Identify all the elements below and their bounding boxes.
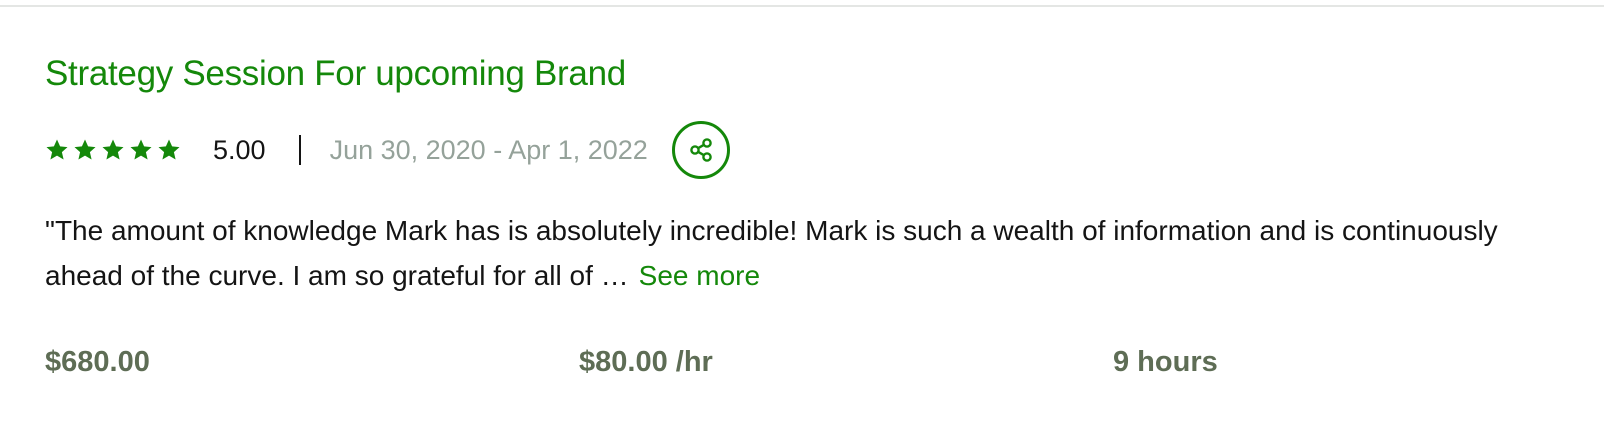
- hourly-rate: $80.00 /hr: [579, 346, 713, 378]
- star-icon: [73, 138, 97, 162]
- job-title-link[interactable]: Strategy Session For upcoming Brand: [45, 54, 626, 94]
- top-divider: [0, 5, 1604, 7]
- see-more-link[interactable]: See more: [639, 260, 760, 291]
- star-icon: [101, 138, 125, 162]
- review-text: "The amount of knowledge Mark has is abs…: [45, 208, 1545, 298]
- total-earned: $680.00: [45, 346, 150, 378]
- share-button[interactable]: [671, 121, 730, 179]
- star-icon: [45, 138, 69, 162]
- work-history-card: Strategy Session For upcoming Brand 5.00…: [0, 0, 1604, 434]
- date-range: Jun 30, 2020 - Apr 1, 2022: [329, 134, 648, 165]
- hours-worked: 9 hours: [1113, 346, 1218, 378]
- meta-separator: [298, 135, 301, 165]
- star-rating: [45, 138, 181, 162]
- star-icon: [129, 138, 153, 162]
- share-icon: [686, 135, 716, 165]
- review-body: "The amount of knowledge Mark has is abs…: [45, 215, 1498, 291]
- rating-value: 5.00: [213, 134, 266, 165]
- job-meta-row: 5.00 Jun 30, 2020 - Apr 1, 2022: [45, 118, 730, 182]
- job-stats: $680.00 $80.00 /hr 9 hours: [45, 346, 1545, 386]
- star-icon: [157, 138, 181, 162]
